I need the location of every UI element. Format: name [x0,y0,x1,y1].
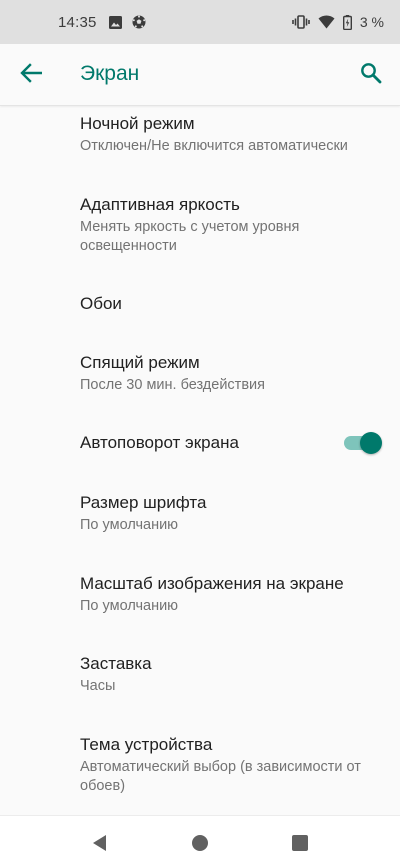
setting-summary: Отключен/Не включится автоматически [80,138,348,154]
nav-back-icon [90,835,110,857]
setting-sleep[interactable]: Спящий режим После 30 мин. бездействия [0,352,400,422]
setting-title: Обои [80,294,122,313]
setting-title: Автоповорот экрана [80,433,239,452]
soccer-ball-icon [132,15,146,29]
setting-title: Масштаб изображения на экране [80,574,344,593]
battery-percent: 3 % [359,14,384,30]
setting-title: Размер шрифта [80,493,207,512]
setting-device-theme[interactable]: Тема устройства Автоматический выбор (в … [0,734,400,814]
nav-home-icon [190,835,210,857]
setting-title: Ночной режим [80,114,195,133]
nav-back-button[interactable] [90,833,110,853]
settings-screen: 14:35 3 % Экран Ночной режим Отключен/Не… [0,0,400,867]
setting-summary: Автоматический выбор (в зависимости от о… [80,759,361,794]
setting-title: Тема устройства [80,735,213,754]
setting-title: Спящий режим [80,353,200,372]
setting-title: Адаптивная яркость [80,195,240,214]
vibrate-icon [292,15,310,29]
setting-screensaver[interactable]: Заставка Часы [0,653,400,723]
status-time: 14:35 [58,13,97,31]
search-button[interactable] [356,60,386,90]
setting-summary: Часы [80,678,116,694]
setting-title: Заставка [80,654,152,673]
setting-wallpaper[interactable]: Обои [0,293,400,333]
back-button[interactable] [16,61,46,89]
navigation-bar [0,815,400,867]
setting-night-mode[interactable]: Ночной режим Отключен/Не включится автом… [0,113,400,183]
setting-font-size[interactable]: Размер шрифта По умолчанию [0,492,400,562]
setting-summary: По умолчанию [80,598,179,614]
status-bar: 14:35 3 % [0,0,400,44]
nav-recents-icon [290,835,310,857]
nav-recents-button[interactable] [290,833,310,853]
app-bar: Экран [0,44,400,106]
arrow-back-icon [20,62,43,88]
setting-summary: По умолчанию [80,517,179,533]
setting-summary: После 30 мин. бездействия [80,377,265,393]
toggle-thumb [360,432,382,454]
battery-charging-icon [342,14,352,30]
nav-home-button[interactable] [190,833,210,853]
setting-display-size[interactable]: Масштаб изображения на экране По умолчан… [0,573,400,643]
page-title: Экран [80,62,140,85]
setting-summary: Менять яркость с учетом уровня освещенно… [80,219,300,254]
image-icon [108,15,122,29]
setting-auto-rotate[interactable]: Автоповорот экрана [0,432,400,454]
setting-adaptive-brightness[interactable]: Адаптивная яркость Менять яркость с учет… [0,194,400,274]
wifi-icon [318,15,335,29]
auto-rotate-toggle[interactable] [344,432,382,454]
search-icon [360,62,382,89]
